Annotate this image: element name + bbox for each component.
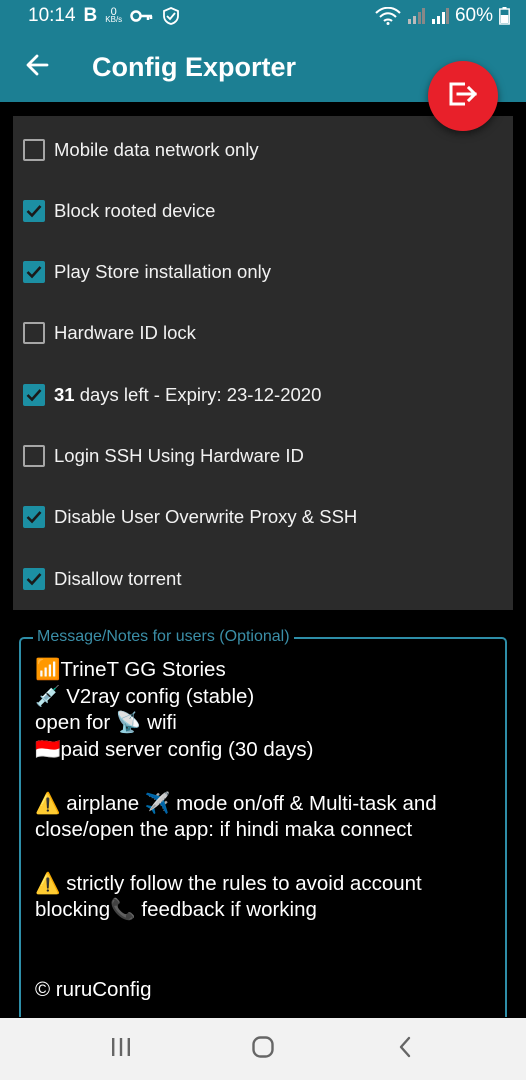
option-label: Disable User Overwrite Proxy & SSH <box>54 506 358 527</box>
days-left-count: 31 <box>54 384 75 405</box>
options-panel: Mobile data network only Block rooted de… <box>13 116 513 610</box>
check-icon <box>26 205 42 218</box>
option-expiry[interactable]: 31 days left - Expiry: 23-12-2020 <box>13 370 513 420</box>
checkbox-disallow-torrent[interactable] <box>23 568 45 590</box>
arrow-left-icon <box>25 53 49 82</box>
expiry-text: days left - Expiry: 23-12-2020 <box>74 384 322 405</box>
notes-text[interactable]: 📶TrineT GG Stories 💉 V2ray config (stabl… <box>35 657 495 1004</box>
status-b-letter: B <box>83 5 98 26</box>
checkbox-expiry[interactable] <box>23 384 45 406</box>
status-bar: 10:14 B 0 KB/s 60% <box>0 0 526 32</box>
option-label-expiry: 31 days left - Expiry: 23-12-2020 <box>54 384 321 406</box>
option-disable-overwrite[interactable]: Disable User Overwrite Proxy & SSH <box>13 492 513 542</box>
option-label: Disallow torrent <box>54 568 182 589</box>
network-speed-unit: KB/s <box>105 15 123 24</box>
checkbox-login-ssh-hwid[interactable] <box>23 445 45 467</box>
option-mobile-data-only[interactable]: Mobile data network only <box>13 125 513 175</box>
notes-field[interactable]: Message/Notes for users (Optional) 📶Trin… <box>19 628 507 1017</box>
check-icon <box>26 511 42 524</box>
option-label: Hardware ID lock <box>54 322 196 343</box>
back-button[interactable] <box>2 32 72 102</box>
home-icon <box>251 1035 275 1064</box>
recent-apps-icon <box>110 1037 132 1062</box>
checkbox-mobile-data-only[interactable] <box>23 139 45 161</box>
shield-icon <box>162 7 180 25</box>
home-button[interactable] <box>233 1024 293 1074</box>
status-left: 10:14 B 0 KB/s <box>28 5 180 27</box>
option-label: Login SSH Using Hardware ID <box>54 445 304 466</box>
check-icon <box>26 389 42 402</box>
back-nav-button[interactable] <box>375 1024 435 1074</box>
back-nav-icon <box>397 1036 413 1063</box>
checkbox-play-store-only[interactable] <box>23 261 45 283</box>
wifi-icon <box>375 7 401 25</box>
network-speed: 0 KB/s <box>105 7 123 24</box>
export-button[interactable] <box>428 61 498 131</box>
page-title: Config Exporter <box>92 51 297 82</box>
checkbox-block-rooted[interactable] <box>23 200 45 222</box>
option-hardware-id-lock[interactable]: Hardware ID lock <box>13 308 513 358</box>
checkbox-disable-overwrite[interactable] <box>23 506 45 528</box>
notes-legend: Message/Notes for users (Optional) <box>33 628 294 646</box>
signal-icon-1 <box>407 8 425 24</box>
option-label: Play Store installation only <box>54 261 271 282</box>
recent-apps-button[interactable] <box>91 1024 151 1074</box>
battery-percent: 60% <box>454 5 493 26</box>
export-icon <box>448 81 478 112</box>
option-play-store-only[interactable]: Play Store installation only <box>13 247 513 297</box>
key-icon <box>130 9 154 23</box>
status-right: 60% <box>375 5 510 27</box>
option-label: Mobile data network only <box>54 139 259 160</box>
signal-icon-2 <box>431 8 449 24</box>
navigation-bar <box>0 1018 526 1080</box>
option-disallow-torrent[interactable]: Disallow torrent <box>13 554 513 604</box>
option-block-rooted[interactable]: Block rooted device <box>13 186 513 236</box>
battery-icon <box>499 7 510 25</box>
check-icon <box>26 573 42 586</box>
option-login-ssh-hwid[interactable]: Login SSH Using Hardware ID <box>13 431 513 481</box>
status-time: 10:14 <box>28 5 76 26</box>
checkbox-hardware-id-lock[interactable] <box>23 322 45 344</box>
option-label: Block rooted device <box>54 200 216 221</box>
check-icon <box>26 266 42 279</box>
